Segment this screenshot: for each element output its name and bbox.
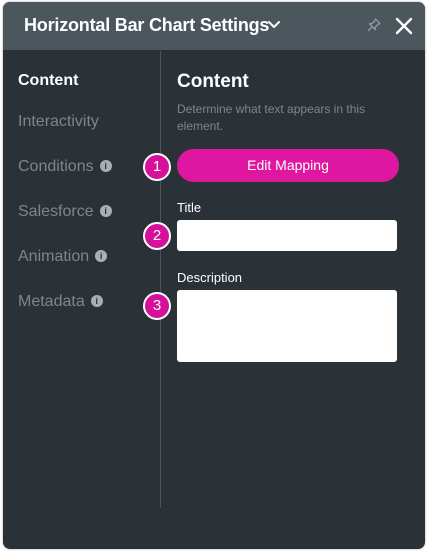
callout-badge-1: 1	[143, 153, 171, 181]
sidebar-item-metadata[interactable]: Metadata i	[18, 290, 103, 314]
callout-badge-2: 2	[143, 222, 171, 250]
info-icon[interactable]: i	[95, 250, 108, 262]
settings-panel: Horizontal Bar Chart Settings Content In…	[3, 2, 425, 549]
close-icon[interactable]	[394, 16, 414, 36]
sidebar-item-label: Interactivity	[18, 113, 99, 130]
title-field-label: Title	[177, 200, 202, 215]
sidebar-divider	[160, 51, 161, 508]
info-icon[interactable]: i	[99, 205, 112, 217]
info-icon[interactable]: i	[99, 160, 112, 172]
content-heading: Content	[177, 71, 249, 92]
panel-header: Horizontal Bar Chart Settings	[3, 2, 425, 50]
sidebar-item-content[interactable]: Content	[18, 69, 78, 93]
sidebar-item-label: Metadata	[18, 293, 85, 310]
info-icon[interactable]: i	[90, 295, 103, 307]
sidebar-item-label: Salesforce	[18, 203, 94, 220]
sidebar-item-label: Animation	[18, 248, 90, 265]
pin-icon[interactable]	[366, 17, 382, 33]
description-textarea[interactable]	[177, 290, 397, 362]
sidebar-item-interactivity[interactable]: Interactivity	[18, 110, 99, 134]
sidebar-item-conditions[interactable]: Conditions i	[18, 155, 112, 179]
sidebar-item-label: Content	[18, 72, 79, 89]
callout-badge-3: 3	[143, 292, 171, 320]
chevron-down-icon[interactable]	[266, 16, 282, 32]
sidebar-item-animation[interactable]: Animation i	[18, 245, 108, 269]
edit-mapping-button[interactable]: Edit Mapping	[177, 149, 399, 182]
description-field-label: Description	[177, 270, 243, 285]
panel-title: Horizontal Bar Chart Settings	[24, 15, 270, 35]
content-description: Determine what text appears in this elem…	[177, 102, 366, 133]
title-input[interactable]	[177, 220, 397, 251]
sidebar-item-salesforce[interactable]: Salesforce i	[18, 200, 112, 224]
sidebar-item-label: Conditions	[18, 158, 94, 175]
